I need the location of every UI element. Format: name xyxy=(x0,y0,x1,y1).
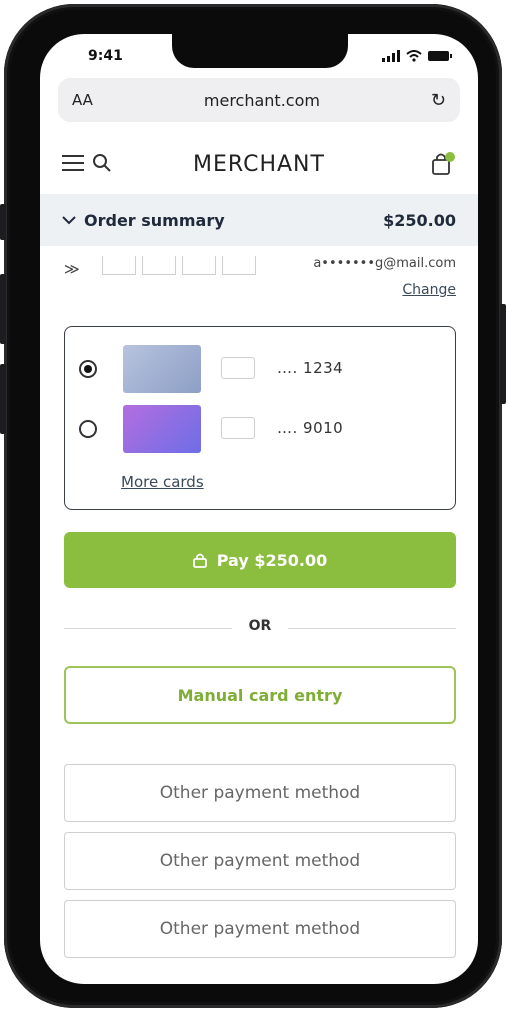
phone-frame: 9:41 AA merchant.com ↻ MERCHANT Order su… xyxy=(0,4,506,1008)
divider-line xyxy=(288,628,456,629)
merchant-logo[interactable]: MERCHANT xyxy=(40,152,478,177)
card-image xyxy=(123,345,201,393)
power-button xyxy=(500,304,506,404)
code-box xyxy=(222,256,256,275)
battery-icon xyxy=(428,51,452,61)
shopping-bag-icon[interactable] xyxy=(430,151,456,177)
saved-card-row[interactable]: …. 9010 xyxy=(65,405,455,455)
url-text[interactable]: merchant.com xyxy=(204,91,320,110)
wifi-icon xyxy=(406,50,422,62)
pay-button[interactable]: Pay $250.00 xyxy=(64,532,456,588)
status-time: 9:41 xyxy=(88,48,123,64)
link-logo-icon: ≫ xyxy=(64,260,80,278)
or-label: OR xyxy=(248,618,272,634)
more-cards-link[interactable]: More cards xyxy=(121,473,204,491)
order-summary-amount: $250.00 xyxy=(383,210,456,230)
text-size-button[interactable]: AA xyxy=(72,91,93,109)
browser-address-bar[interactable]: AA merchant.com ↻ xyxy=(58,78,460,122)
other-payment-method-button[interactable]: Other payment method xyxy=(64,900,456,958)
lock-icon xyxy=(192,553,207,568)
change-link[interactable]: Change xyxy=(402,282,456,298)
code-box xyxy=(142,256,176,275)
code-box xyxy=(182,256,216,275)
signal-icon xyxy=(382,50,400,62)
code-boxes xyxy=(102,256,256,275)
mute-switch xyxy=(0,204,6,240)
card-number: …. 1234 xyxy=(277,359,344,377)
order-summary-bar[interactable]: Order summary $250.00 xyxy=(40,194,478,246)
other-payment-method-button[interactable]: Other payment method xyxy=(64,764,456,822)
saved-cards-panel: …. 1234 …. 9010 More cards xyxy=(64,326,456,510)
phone-screen: 9:41 AA merchant.com ↻ MERCHANT Order su… xyxy=(40,34,478,984)
volume-up-button xyxy=(0,274,6,344)
other-payment-method-button[interactable]: Other payment method xyxy=(64,832,456,890)
card-radio-selected[interactable] xyxy=(79,360,97,378)
order-summary-toggle[interactable]: Order summary xyxy=(62,211,225,230)
saved-account-row: ≫ a•••••••g@mail.com Change xyxy=(64,256,456,312)
card-brand-icon xyxy=(221,357,255,379)
notch xyxy=(172,34,348,68)
site-header: MERCHANT xyxy=(40,134,478,195)
card-number: …. 9010 xyxy=(277,419,344,437)
code-box xyxy=(102,256,136,275)
card-brand-icon xyxy=(221,417,255,439)
chevron-down-icon xyxy=(62,216,76,225)
or-divider: OR xyxy=(64,618,456,638)
volume-down-button xyxy=(0,364,6,434)
account-email: a•••••••g@mail.com xyxy=(313,256,456,271)
pay-button-label: Pay $250.00 xyxy=(216,550,328,570)
saved-card-row[interactable]: …. 1234 xyxy=(65,345,455,395)
order-summary-label: Order summary xyxy=(84,210,225,230)
card-radio[interactable] xyxy=(79,420,97,438)
manual-card-entry-button[interactable]: Manual card entry xyxy=(64,666,456,724)
card-image xyxy=(123,405,201,453)
status-icons xyxy=(382,50,452,62)
reload-icon[interactable]: ↻ xyxy=(431,90,446,111)
